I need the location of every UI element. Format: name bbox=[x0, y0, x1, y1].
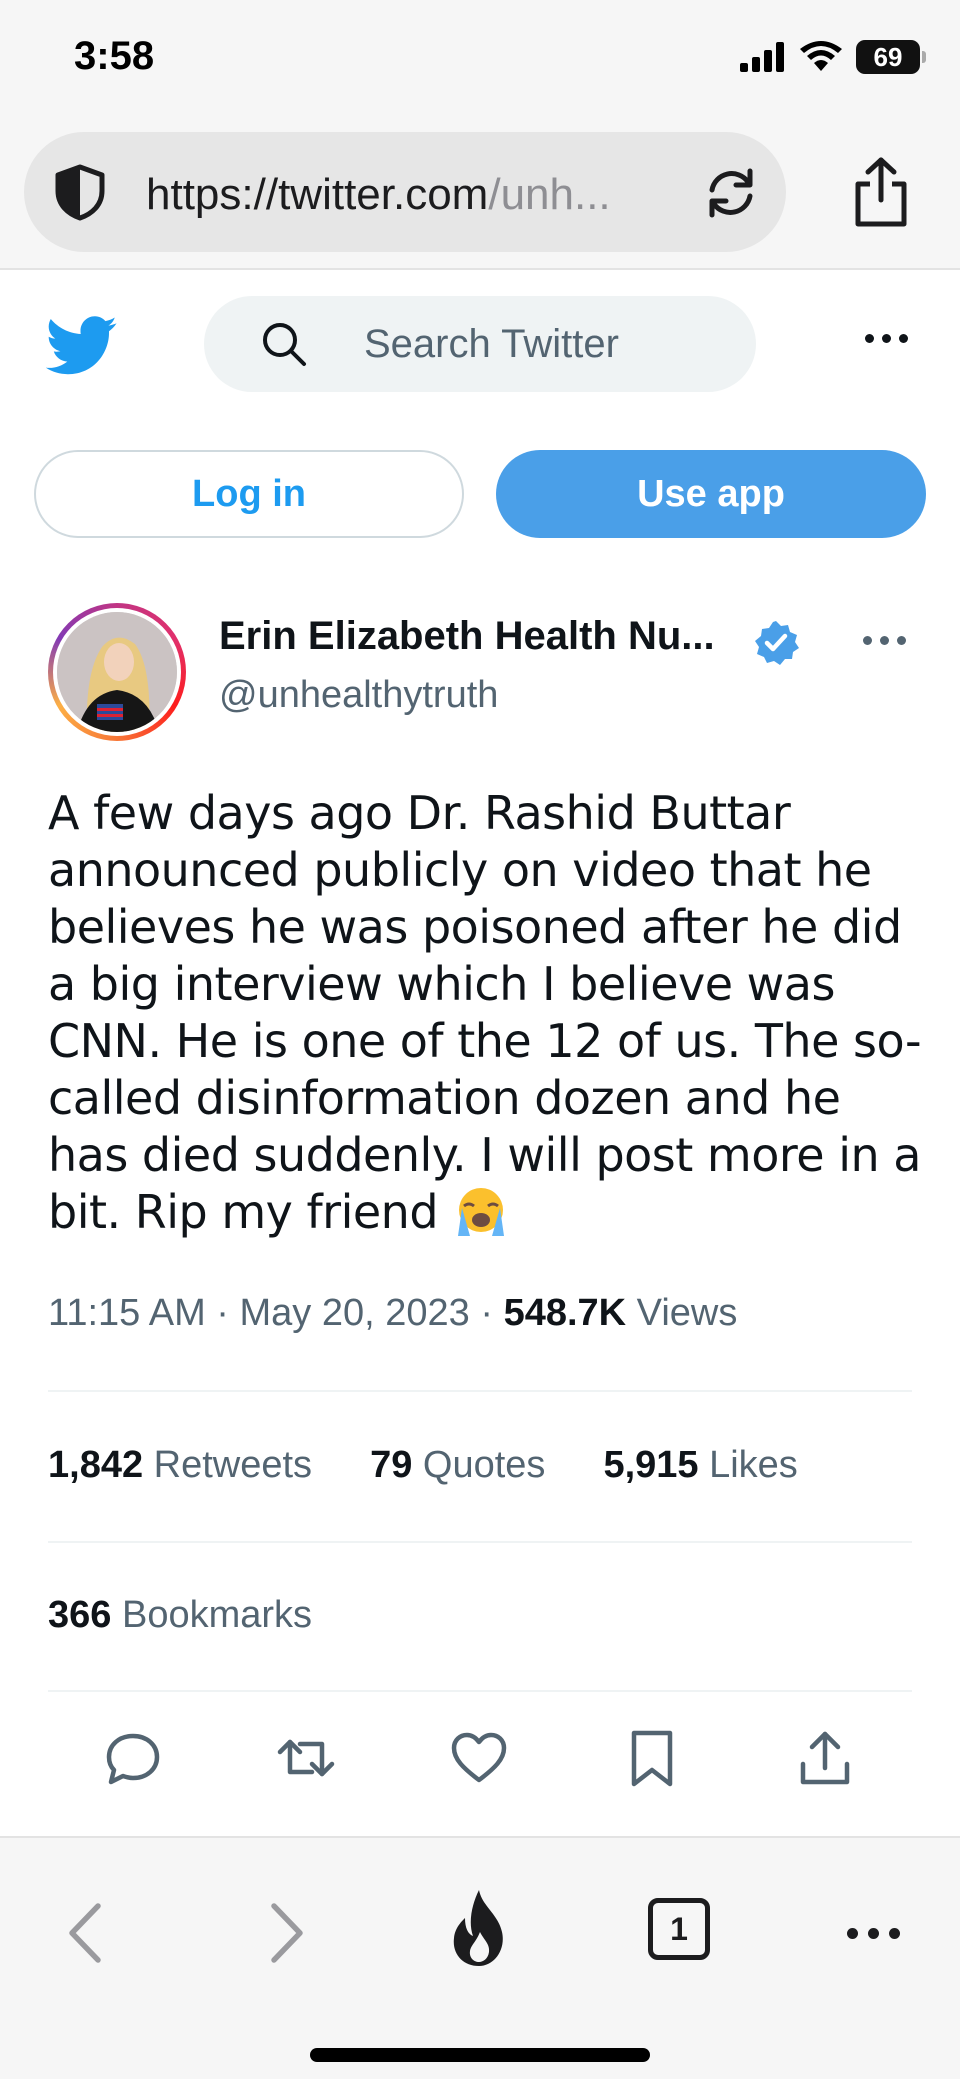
battery-indicator: 69 bbox=[856, 40, 926, 74]
verified-badge-icon bbox=[755, 621, 799, 665]
search-icon bbox=[263, 323, 306, 366]
divider bbox=[48, 1690, 912, 1692]
search-input[interactable]: Search Twitter bbox=[204, 296, 756, 392]
forward-icon[interactable] bbox=[256, 1898, 316, 1968]
status-time: 3:58 bbox=[74, 34, 155, 78]
divider bbox=[48, 1390, 912, 1392]
crying-face-emoji-icon bbox=[458, 1188, 505, 1236]
tabs-icon[interactable]: 1 bbox=[648, 1898, 710, 1960]
avatar-photo bbox=[57, 612, 177, 732]
likes-stat[interactable]: 5,915 Likes bbox=[603, 1444, 797, 1487]
browser-toolbar: 1 bbox=[0, 1836, 960, 2079]
wifi-icon bbox=[800, 41, 842, 71]
home-indicator[interactable] bbox=[310, 2048, 650, 2062]
tweet-actions bbox=[0, 1728, 960, 1792]
like-icon[interactable] bbox=[449, 1728, 509, 1788]
tweet-text: A few days ago Dr. Rashid Buttar announc… bbox=[48, 785, 928, 1241]
share-tweet-icon[interactable] bbox=[795, 1728, 855, 1788]
profile-photo-icon bbox=[57, 612, 177, 732]
status-bar: 3:58 69 bbox=[0, 0, 960, 120]
tweet-date[interactable]: May 20, 2023 bbox=[240, 1292, 470, 1334]
browser-address-area: https://twitter.com/unh... bbox=[0, 120, 960, 270]
reload-icon[interactable] bbox=[700, 162, 762, 224]
views-label: Views bbox=[636, 1292, 738, 1334]
tweet-body: A few days ago Dr. Rashid Buttar announc… bbox=[48, 786, 922, 1239]
engagement-stats: 1,842 Retweets 79 Quotes 5,915 Likes bbox=[48, 1444, 798, 1487]
use-app-button[interactable]: Use app bbox=[496, 450, 926, 538]
shield-icon[interactable] bbox=[50, 162, 110, 222]
twitter-header: Search Twitter bbox=[0, 272, 960, 412]
quotes-stat[interactable]: 79 Quotes bbox=[370, 1444, 545, 1487]
tweet-more-icon[interactable] bbox=[863, 636, 906, 645]
url-bar[interactable]: https://twitter.com/unh... bbox=[24, 132, 786, 252]
reply-icon[interactable] bbox=[103, 1728, 163, 1788]
bookmark-icon[interactable] bbox=[622, 1728, 682, 1788]
twitter-bird-icon[interactable] bbox=[46, 316, 118, 376]
divider bbox=[48, 1541, 912, 1543]
status-icons: 69 bbox=[740, 40, 926, 74]
retweets-stat[interactable]: 1,842 Retweets bbox=[48, 1444, 312, 1487]
browser-more-icon[interactable] bbox=[847, 1928, 900, 1939]
search-placeholder: Search Twitter bbox=[364, 322, 619, 366]
views-count: 548.7K bbox=[503, 1292, 627, 1334]
back-icon[interactable] bbox=[56, 1898, 116, 1968]
bookmarks-stat[interactable]: 366 Bookmarks bbox=[48, 1594, 312, 1637]
tweet-meta: 11:15 AM · May 20, 2023 · 548.7K Views bbox=[48, 1292, 738, 1334]
url-text[interactable]: https://twitter.com/unh... bbox=[146, 170, 686, 220]
author-handle[interactable]: @unhealthytruth bbox=[219, 674, 498, 717]
fire-icon[interactable] bbox=[446, 1888, 512, 1968]
tweet-time[interactable]: 11:15 AM bbox=[48, 1292, 206, 1334]
retweet-icon[interactable] bbox=[276, 1728, 336, 1788]
avatar[interactable] bbox=[48, 603, 186, 741]
share-icon[interactable] bbox=[850, 156, 912, 228]
login-button[interactable]: Log in bbox=[34, 450, 464, 538]
more-icon[interactable] bbox=[865, 334, 908, 343]
author-name[interactable]: Erin Elizabeth Health Nu... bbox=[219, 614, 715, 659]
signal-icon bbox=[740, 42, 784, 72]
